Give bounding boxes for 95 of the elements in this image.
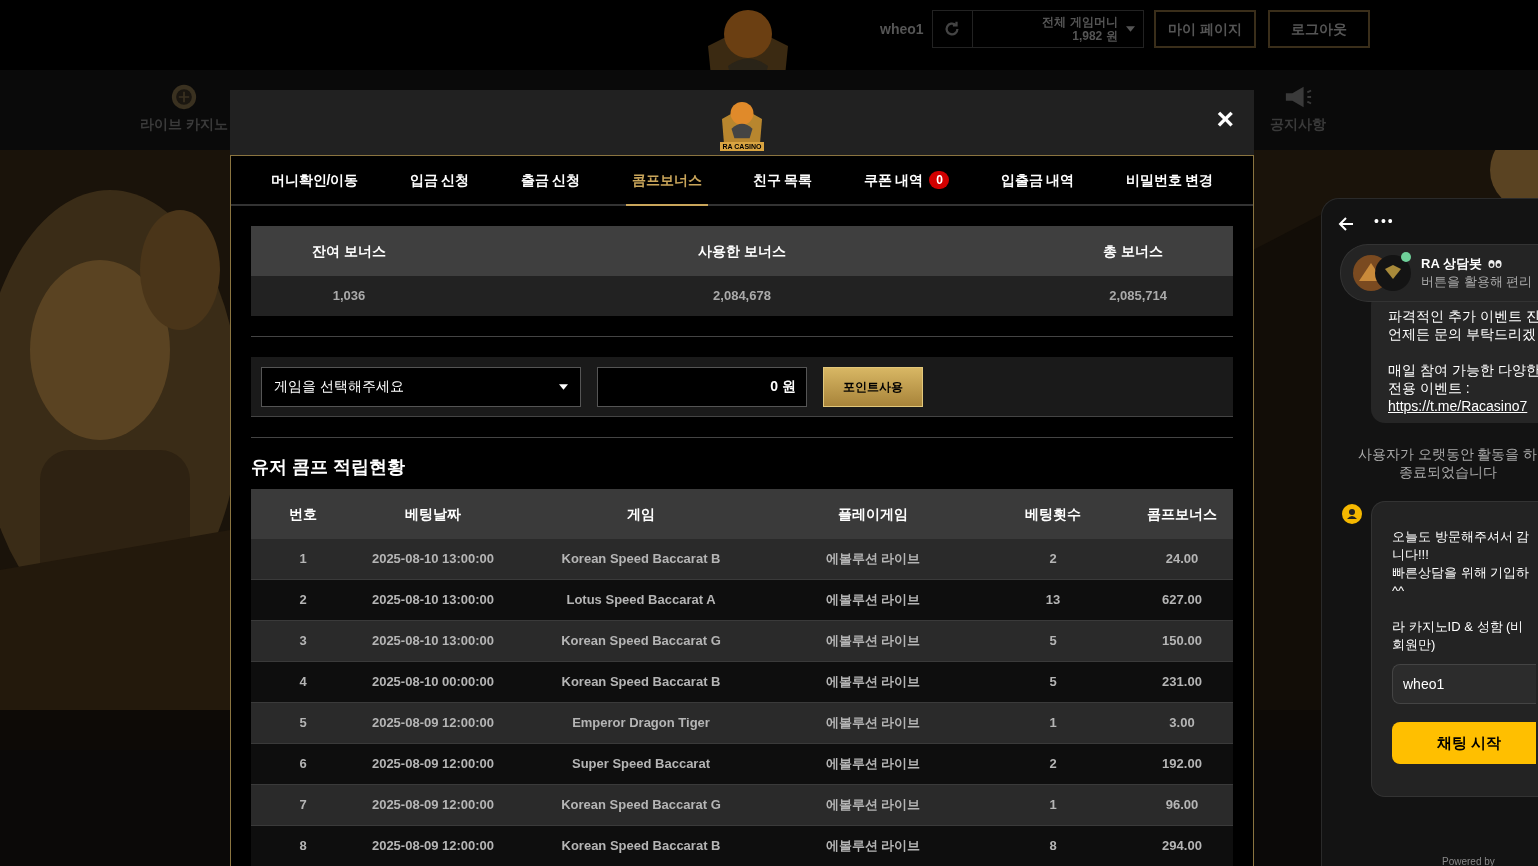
table-cell-text: 8 <box>1048 837 1058 856</box>
megaphone-icon <box>1284 84 1312 110</box>
form-text: 오늘도 방문해주셔서 감 니다!!! 빠른상담을 위해 기입하 ^^ <box>1392 528 1531 600</box>
close-button[interactable]: × <box>1216 104 1234 134</box>
table-cell-text: 2025-08-09 12:00:00 <box>370 714 496 733</box>
tab[interactable]: 쿠폰 내역 0 <box>857 156 956 206</box>
table-cell-text: Lotus Speed Baccarat A <box>565 591 717 610</box>
table-cell-text: 2 <box>1048 550 1058 569</box>
amount-field[interactable]: 0 원 <box>597 366 807 407</box>
table-cell-text: Korean Speed Baccarat G <box>560 796 722 815</box>
table-cell-text: 1 <box>298 550 308 569</box>
column-header: 베팅횟수 <box>1024 504 1082 524</box>
column-header: 게임 <box>626 504 656 524</box>
table-cell-text: Korean Speed Baccarat B <box>560 673 722 692</box>
table-cell-text: 2,084,678 <box>712 287 772 306</box>
table-cell-text: 5 <box>298 714 308 733</box>
roulette-icon <box>169 84 198 110</box>
table-cell-text: 2025-08-10 13:00:00 <box>370 550 496 569</box>
table-cell-text: 24.00 <box>1164 550 1200 569</box>
table-cell-text: 2,085,714 <box>1108 287 1168 306</box>
table-cell-text: 192.00 <box>1161 755 1203 774</box>
more-button[interactable]: ••• <box>1374 213 1395 229</box>
table-cell-text: 2025-08-09 12:00:00 <box>370 755 496 774</box>
caret-icon <box>1125 26 1135 32</box>
avatar-icon <box>1375 255 1411 291</box>
caret-icon <box>559 383 568 390</box>
table-cell-text: 1 <box>1048 714 1058 733</box>
column-header: 잔여 보너스 <box>311 241 387 261</box>
column-header: 콤프보너스 <box>1146 504 1218 524</box>
table-cell-text: 에볼루션 라이브 <box>824 632 922 651</box>
table-cell-text: 627.00 <box>1161 591 1203 610</box>
section-title: 유저 콤프 적립현황 <box>251 456 406 479</box>
system-note: 사용자가 오랫동안 활동을 하 종료되었습니다 <box>1356 445 1538 481</box>
table-cell-text: 231.00 <box>1161 673 1203 692</box>
table-cell-text: Korean Speed Baccarat B <box>560 550 722 569</box>
table-cell-text: 4 <box>298 673 308 692</box>
table-cell-text: Korean Speed Baccarat G <box>560 632 722 651</box>
table-cell-text: 7 <box>298 796 308 815</box>
balance-label: 전체 게임머니 <box>1042 15 1118 29</box>
table-cell-text: Super Speed Baccarat <box>571 755 711 774</box>
table-cell-text: 에볼루션 라이브 <box>824 714 922 733</box>
table-cell-text: 에볼루션 라이브 <box>824 673 922 692</box>
game-select[interactable]: 게임을 선택해주세요 <box>261 366 581 407</box>
table-cell-text: 2025-08-10 13:00:00 <box>370 632 496 651</box>
tab[interactable]: 친구 목록 <box>746 156 819 206</box>
tab[interactable]: 머니확인/이동 <box>264 156 365 206</box>
table-cell-text: 2 <box>298 591 308 610</box>
table-cell-text: 2025-08-10 13:00:00 <box>370 591 496 610</box>
tab[interactable]: 출금 신청 <box>514 156 587 206</box>
column-header: 총 보너스 <box>1102 241 1164 261</box>
table-cell-text: 에볼루션 라이브 <box>824 591 922 610</box>
table-cell-text: 에볼루션 라이브 <box>824 837 922 856</box>
table-cell-text: 2025-08-10 00:00:00 <box>370 673 496 692</box>
tab[interactable]: 비밀번호 변경 <box>1119 156 1220 206</box>
tab[interactable]: 콤프보너스 <box>625 156 708 206</box>
count-badge: 0 <box>929 171 950 189</box>
username-label: wheo1 <box>880 19 924 39</box>
tab[interactable]: 입금 신청 <box>403 156 476 206</box>
table-cell-text: 5 <box>1048 673 1058 692</box>
tab[interactable]: 입출금 내역 <box>994 156 1081 206</box>
table-cell-text: 150.00 <box>1161 632 1203 651</box>
table-cell-text: 2025-08-09 12:00:00 <box>370 796 496 815</box>
start-chat-button[interactable]: 채팅 시작 <box>1392 722 1536 764</box>
bot-name: RA 상담봇 <box>1421 255 1482 273</box>
table-cell-text: 에볼루션 라이브 <box>824 755 922 774</box>
table-cell-text: 1,036 <box>331 287 367 306</box>
column-header: 베팅날짜 <box>404 504 462 524</box>
message-text: 파격적인 추가 이벤트 진 언제든 문의 부탁드리겠 <box>1388 307 1538 343</box>
table-cell-text: 5 <box>1048 632 1058 651</box>
table-cell-text: 6 <box>298 755 308 774</box>
table-cell-text: 96.00 <box>1164 796 1200 815</box>
table-cell-text: 2 <box>1048 755 1058 774</box>
table-cell-text: 3 <box>298 632 308 651</box>
table-cell-text: 294.00 <box>1161 837 1203 856</box>
table-cell-text: 3.00 <box>1168 714 1196 733</box>
use-points-button[interactable]: 포인트사용 <box>823 366 923 407</box>
message-link[interactable]: https://t.me/Racasino7 <box>1388 397 1538 415</box>
bot-subtitle: 버튼을 활용해 편리 <box>1421 273 1533 291</box>
table-cell-text: 8 <box>298 837 308 856</box>
column-header: 플레이게임 <box>837 504 909 524</box>
table-cell-text: 2025-08-09 12:00:00 <box>370 837 496 856</box>
table-cell-text: Emperor Dragon Tiger <box>571 714 711 733</box>
column-header: 사용한 보너스 <box>697 241 787 261</box>
table-cell-text: 에볼루션 라이브 <box>824 550 922 569</box>
name-input-field[interactable]: wheo1 <box>1392 664 1536 704</box>
user-icon <box>1342 504 1362 524</box>
table-cell-text: Korean Speed Baccarat B <box>560 837 722 856</box>
table-cell-text: 13 <box>1044 591 1062 610</box>
table-cell-text: 1 <box>1048 796 1058 815</box>
back-icon[interactable] <box>1338 216 1354 232</box>
balance-value: 1,982 원 <box>1072 29 1118 43</box>
eyes-icon <box>1487 259 1502 269</box>
column-header: 번호 <box>288 504 318 524</box>
form-text: 라 카지노ID & 성함 (비 회원만) <box>1392 618 1525 654</box>
table-cell-text: 에볼루션 라이브 <box>824 796 922 815</box>
